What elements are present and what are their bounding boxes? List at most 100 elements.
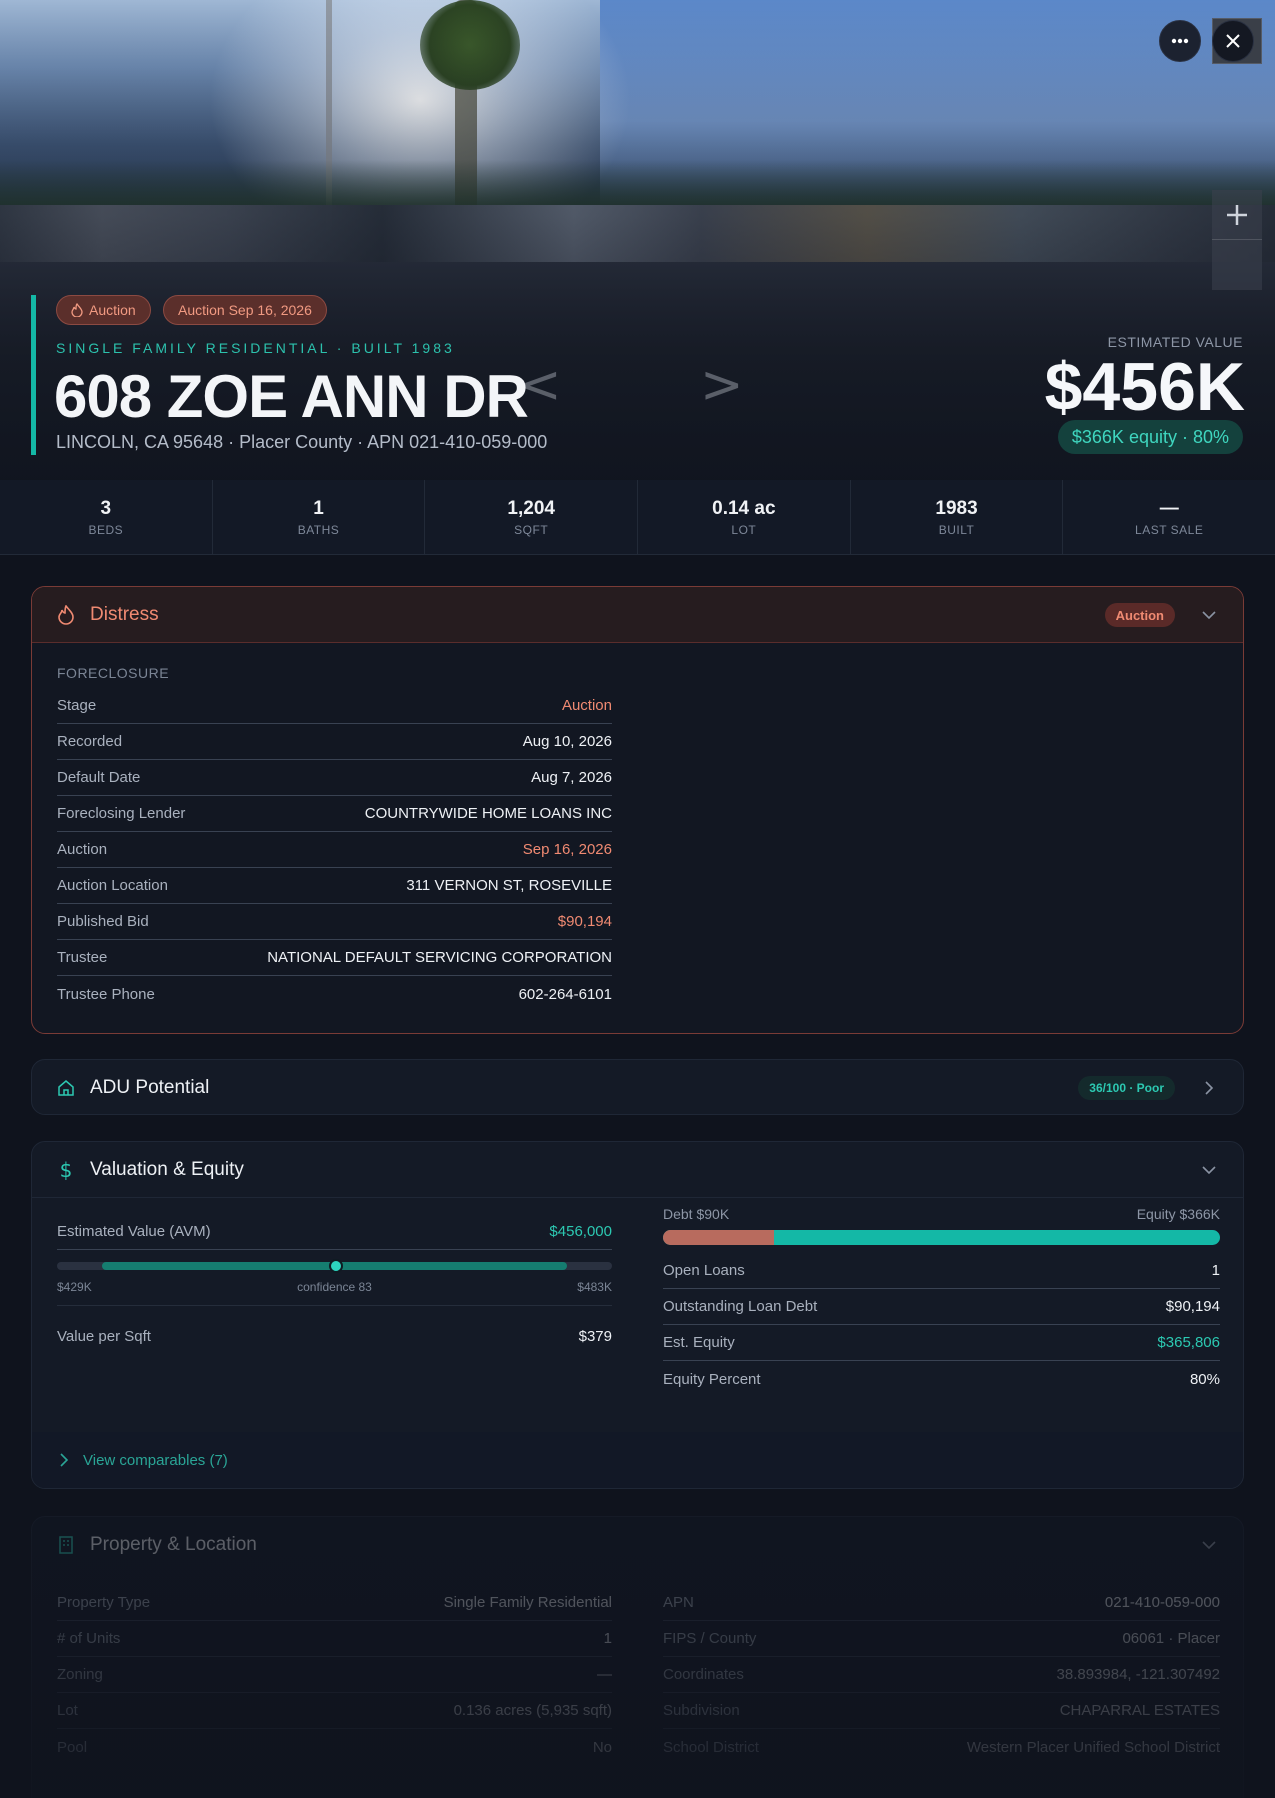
stat-label: SQFT [514, 522, 549, 537]
property-subtitle: SINGLE FAMILY RESIDENTIAL · BUILT 1983 [56, 340, 455, 356]
debt-equity-bar [663, 1230, 1220, 1245]
detail-row: Stage Auction [57, 688, 612, 724]
valuation-card: $ Valuation & Equity Estimated Value (AV… [31, 1141, 1244, 1489]
detail-value: Single Family Residential [443, 1594, 612, 1611]
detail-row: Foreclosing Lender COUNTRYWIDE HOME LOANS… [57, 796, 612, 832]
detail-key: APN [663, 1594, 694, 1611]
detail-value: Aug 10, 2026 [522, 733, 612, 750]
chevron-right-icon[interactable] [1199, 1078, 1219, 1098]
auction-date-label: Auction Sep 16, 2026 [178, 302, 312, 318]
close-button[interactable] [1212, 20, 1254, 62]
adu-card[interactable]: ADU Potential 36/100 · Poor [31, 1059, 1244, 1115]
detail-value: Western Placer Unified School District [966, 1738, 1220, 1756]
detail-key: Trustee [57, 949, 108, 966]
stats-bar: 3 BEDS 1 BATHS 1,204 SQFT 0.14 ac LOT 1983 BU… [0, 480, 1275, 555]
stat-value: 0.14 ac [712, 497, 776, 519]
foreclosure-section-label: FORECLOSURE [57, 665, 170, 681]
stat-label: LOT [731, 522, 757, 537]
more-options-button[interactable] [1159, 20, 1201, 62]
per-sqft-label: Value per Sqft [57, 1327, 151, 1345]
adu-header[interactable]: ADU Potential 36/100 · Poor [32, 1060, 1243, 1114]
detail-row: Outstanding Loan Debt $90,194 [663, 1289, 1220, 1325]
detail-key: Zoning [57, 1666, 103, 1683]
distress-title: Distress [90, 603, 159, 625]
detail-row: Subdivision CHAPARRAL ESTATES [663, 1693, 1220, 1729]
auction-status-badge: Auction [56, 295, 151, 325]
detail-key: School District [663, 1738, 759, 1756]
detail-row: School District Western Placer Unified Sc… [663, 1729, 1220, 1765]
equity-pill: $366K equity · 80% [1057, 420, 1243, 454]
detail-row: Trustee NATIONAL DEFAULT SERVICING CORPOR… [57, 940, 612, 976]
property-card: Property & Location Property Type Single … [31, 1516, 1244, 1798]
distress-header[interactable]: Distress Auction [32, 587, 1243, 643]
detail-row: Open Loans 1 [663, 1253, 1220, 1289]
view-comparables-link[interactable]: View comparables (7) [32, 1432, 1243, 1488]
detail-row: Default Date Aug 7, 2026 [57, 760, 612, 796]
detail-value: 311 VERNON ST, ROSEVILLE [406, 877, 612, 894]
zoom-in-button[interactable] [1212, 190, 1262, 240]
range-high: $483K [577, 1280, 612, 1294]
property-address: 608 ZOE ANN DR [54, 363, 529, 430]
stat-value: — [1159, 497, 1179, 519]
confidence-range-bar [57, 1259, 612, 1273]
equity-details: Open Loans 1 Outstanding Loan Debt $90,194… [663, 1253, 1220, 1397]
detail-key: # of Units [57, 1630, 121, 1647]
detail-key: Subdivision [663, 1702, 740, 1719]
detail-key: FIPS / County [663, 1630, 757, 1647]
detail-value: 1 [1211, 1262, 1220, 1279]
stat-value: 1983 [935, 497, 978, 519]
next-photo-arrow[interactable]: > [700, 355, 744, 415]
view-comparables-label: View comparables (7) [83, 1451, 228, 1469]
detail-value: Sep 16, 2026 [522, 841, 612, 858]
detail-key: Coordinates [663, 1666, 744, 1683]
detail-key: Property Type [57, 1594, 151, 1611]
detail-value: 38.893984, -121.307492 [1056, 1666, 1220, 1683]
valuation-title: Valuation & Equity [90, 1158, 244, 1180]
valuation-header[interactable]: $ Valuation & Equity [32, 1142, 1243, 1198]
stat-value: 3 [100, 497, 112, 519]
confidence-label: confidence 83 [297, 1280, 372, 1294]
equity-label: Equity $366K [1136, 1206, 1220, 1222]
divider [57, 1294, 612, 1306]
chevron-down-icon[interactable] [1199, 1160, 1219, 1180]
avm-section: Estimated Value (AVM) $456,000 $429K con… [57, 1214, 612, 1354]
distress-badge: Auction [1104, 603, 1175, 627]
detail-value: Aug 7, 2026 [531, 769, 612, 786]
foreclosure-details: Stage Auction Recorded Aug 10, 2026 Defaul… [57, 688, 612, 1012]
detail-row: FIPS / County 06061 · Placer [663, 1621, 1220, 1657]
per-sqft-row: Value per Sqft $379 [57, 1318, 612, 1354]
detail-row: Coordinates 38.893984, -121.307492 [663, 1657, 1220, 1693]
property-header[interactable]: Property & Location [32, 1517, 1243, 1573]
detail-key: Auction Location [57, 877, 168, 894]
plus-icon [1227, 204, 1247, 225]
avm-value: $456,000 [549, 1223, 612, 1240]
detail-row: Zoning — [57, 1657, 612, 1693]
property-title: Property & Location [90, 1534, 257, 1555]
stat-label: BUILT [938, 522, 975, 537]
detail-key: Stage [57, 697, 97, 714]
detail-key: Foreclosing Lender [57, 805, 186, 822]
estimated-value: $456K [1044, 349, 1245, 425]
detail-row: # of Units 1 [57, 1621, 612, 1657]
detail-value: — [597, 1666, 612, 1683]
detail-value: 80% [1189, 1370, 1220, 1388]
detail-value: 1 [603, 1630, 612, 1647]
detail-row: Est. Equity $365,806 [663, 1325, 1220, 1361]
stat-value: 1,204 [507, 497, 555, 519]
chevron-down-icon[interactable] [1199, 1535, 1219, 1555]
stat-baths: 1 BATHS [213, 480, 426, 554]
chevron-down-icon[interactable] [1199, 605, 1219, 625]
distress-card: Distress Auction FORECLOSURE Stage Auctio… [31, 586, 1244, 1034]
detail-key: Outstanding Loan Debt [663, 1298, 818, 1315]
detail-value: $90,194 [1165, 1298, 1220, 1315]
stat-label: BATHS [297, 522, 340, 537]
detail-row: Published Bid $90,194 [57, 904, 612, 940]
detail-key: Recorded [57, 733, 123, 750]
detail-value: Auction [561, 697, 612, 714]
detail-value: No [592, 1738, 612, 1756]
close-icon [1226, 34, 1240, 48]
stat-label: LAST SALE [1135, 522, 1204, 537]
chevron-right-icon [60, 1453, 69, 1467]
debt-fill [663, 1230, 775, 1245]
stat-sqft: 1,204 SQFT [425, 480, 639, 554]
